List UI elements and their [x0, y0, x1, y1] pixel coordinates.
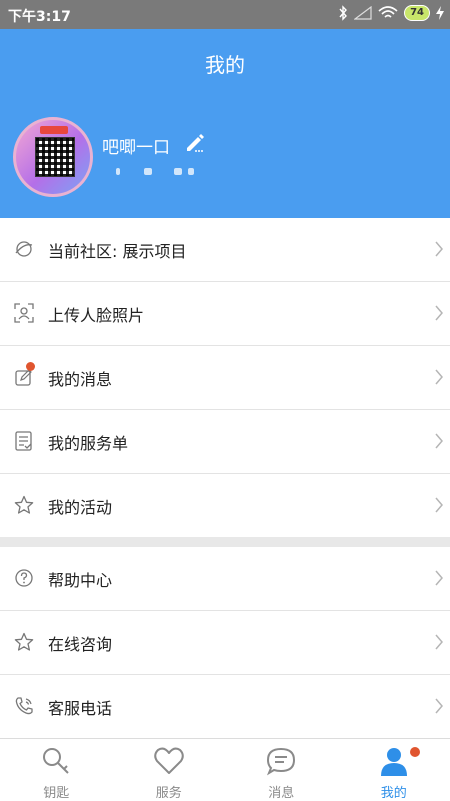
- menu-label: 在线咨询: [48, 631, 112, 655]
- chevron-right-icon: [434, 633, 444, 651]
- menu-label: 我的消息: [48, 366, 112, 390]
- wifi-icon: [378, 6, 398, 20]
- star-icon: [14, 495, 34, 515]
- menu-item-help-center[interactable]: 帮助中心: [0, 547, 450, 611]
- chat-icon: [265, 745, 297, 777]
- menu-item-community[interactable]: 当前社区: 展示项目: [0, 218, 450, 282]
- menu-item-messages[interactable]: 我的消息: [0, 346, 450, 410]
- avatar[interactable]: [13, 117, 93, 197]
- chevron-right-icon: [434, 697, 444, 715]
- section-separator: [0, 537, 450, 547]
- status-time: 下午3:17: [8, 6, 71, 26]
- menu-item-upload-face[interactable]: 上传人脸照片: [0, 282, 450, 346]
- tab-label: 钥匙: [0, 782, 113, 801]
- unread-badge: [26, 362, 35, 371]
- avatar-ribbon: [40, 126, 68, 134]
- planet-icon: [14, 239, 34, 259]
- status-bar: 下午3:17 74: [0, 0, 450, 29]
- tab-label: 我的: [338, 782, 450, 801]
- tab-messages[interactable]: 消息: [225, 739, 338, 801]
- menu-label: 当前社区: 展示项目: [48, 238, 186, 262]
- signal-icon: [354, 6, 372, 20]
- chevron-right-icon: [434, 368, 444, 386]
- tab-mine[interactable]: 我的: [338, 739, 450, 801]
- phone-icon: [14, 696, 34, 716]
- qr-code-image: [35, 137, 75, 177]
- menu-label: 我的服务单: [48, 430, 128, 454]
- order-doc-icon: [14, 431, 34, 451]
- phone-number-masked: [116, 168, 194, 175]
- menu-item-service-orders[interactable]: 我的服务单: [0, 410, 450, 474]
- face-frame-icon: [14, 303, 34, 323]
- menu-item-online-consult[interactable]: 在线咨询: [0, 611, 450, 675]
- username: 吧唧一口: [102, 133, 170, 158]
- chevron-right-icon: [434, 496, 444, 514]
- heart-icon: [153, 745, 185, 777]
- menu-group-account: 当前社区: 展示项目 上传人脸照片 我的消息 我的服务单 我的活动: [0, 218, 450, 538]
- edit-pencil-icon[interactable]: [184, 131, 206, 153]
- charging-icon: [436, 6, 444, 20]
- tab-label: 消息: [225, 782, 338, 801]
- menu-label: 客服电话: [48, 695, 112, 719]
- chevron-right-icon: [434, 240, 444, 258]
- tab-service[interactable]: 服务: [113, 739, 226, 801]
- menu-item-activities[interactable]: 我的活动: [0, 474, 450, 538]
- tab-keys[interactable]: 钥匙: [0, 739, 113, 801]
- page-title: 我的: [0, 49, 450, 78]
- menu-label: 上传人脸照片: [48, 302, 144, 326]
- star-icon: [14, 632, 34, 652]
- status-icons: 74: [338, 5, 444, 21]
- chevron-right-icon: [434, 432, 444, 450]
- notification-badge: [410, 747, 420, 757]
- chevron-right-icon: [434, 304, 444, 322]
- menu-label: 帮助中心: [48, 567, 112, 591]
- menu-item-service-phone[interactable]: 客服电话: [0, 675, 450, 739]
- chevron-right-icon: [434, 569, 444, 587]
- profile-header: 我的 吧唧一口: [0, 29, 450, 218]
- tab-label: 服务: [113, 782, 226, 801]
- bottom-tab-bar: 钥匙 服务 消息 我的: [0, 738, 450, 801]
- bluetooth-icon: [338, 5, 348, 21]
- user-icon: [378, 745, 410, 777]
- menu-label: 我的活动: [48, 494, 112, 518]
- key-icon: [40, 745, 72, 777]
- help-icon: [14, 568, 34, 588]
- menu-group-support: 帮助中心 在线咨询 客服电话: [0, 547, 450, 739]
- battery-indicator: 74: [404, 5, 430, 21]
